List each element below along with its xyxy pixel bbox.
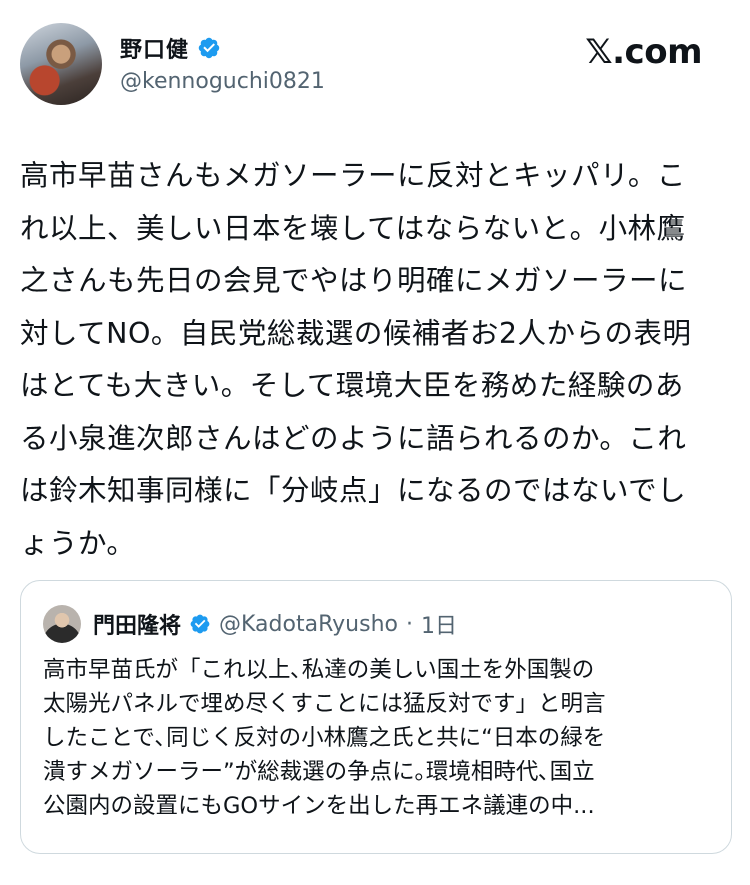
quoted-tweet-header: 門田隆将 @KadotaRyusho · 1日 (93, 608, 457, 640)
quoted-author-avatar[interactable] (43, 605, 81, 643)
quoted-author-name[interactable]: 門田隆将 (93, 608, 181, 640)
quoted-separator: · (405, 611, 413, 637)
author-handle[interactable]: @kennoguchi0821 (120, 69, 325, 94)
quoted-verified-badge-icon (190, 614, 210, 634)
quoted-tweet-text: 高市早苗氏が「これ以上､私達の美しい国土を外国製の 太陽光パネルで埋め尽くすこと… (43, 657, 606, 819)
quoted-author-handle[interactable]: @KadotaRyusho (219, 612, 398, 637)
tweet-text: 高市早苗さんもメガソーラーに反対とキッパリ。こ れ以上、美しい日本を壊してはなら… (20, 159, 692, 560)
quoted-tweet-card[interactable]: 門田隆将 @KadotaRyusho · 1日 高市早苗氏が「これ以上､私達の美… (20, 580, 732, 854)
author-display-name[interactable]: 野口健 (120, 32, 189, 64)
verified-badge-icon (198, 37, 220, 59)
x-logo: 𝕏.com (585, 32, 702, 72)
author-avatar[interactable] (20, 23, 102, 105)
quoted-timestamp[interactable]: 1日 (421, 608, 457, 640)
author-name-row: 野口健 (120, 32, 221, 64)
